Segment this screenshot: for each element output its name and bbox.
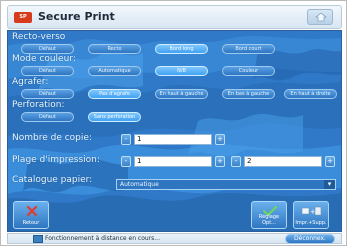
brand-logo: SP bbox=[14, 12, 32, 23]
secure-print-screen: SP Secure Print Recto-verso Défaut Recto… bbox=[0, 0, 347, 246]
staple-option-top-right[interactable]: En haut à droite bbox=[284, 89, 337, 99]
page-title: Secure Print bbox=[38, 10, 115, 23]
close-icon bbox=[26, 205, 38, 217]
range-from-increment-button[interactable]: + bbox=[215, 156, 225, 167]
duplex-option-long-edge[interactable]: Bord long bbox=[155, 44, 208, 54]
color-option-color[interactable]: Couleur bbox=[222, 66, 275, 76]
staple-label: Agrafer: bbox=[12, 77, 49, 87]
color-option-default[interactable]: Défaut bbox=[21, 66, 74, 76]
copies-label: Nombre de copie: bbox=[12, 133, 92, 143]
status-message: Fonctionnement à distance en cours... bbox=[45, 235, 160, 242]
staple-option-default[interactable]: Défaut bbox=[21, 89, 74, 99]
range-from-input[interactable]: 1 bbox=[134, 156, 212, 167]
disconnect-button[interactable]: Déconnex. bbox=[285, 234, 335, 244]
punch-option-none[interactable]: Sans perforation bbox=[88, 112, 141, 122]
paper-catalog-value: Automatique bbox=[120, 181, 159, 188]
print-delete-icon: + bbox=[301, 206, 322, 216]
option-settings-label: Réglage Opt... bbox=[258, 214, 280, 226]
copies-decrement-button[interactable]: - bbox=[121, 134, 131, 145]
range-to-decrement-button[interactable]: - bbox=[231, 156, 241, 167]
punch-label: Perforation: bbox=[12, 100, 65, 110]
range-to-increment-button[interactable]: + bbox=[325, 156, 335, 167]
back-button[interactable]: Retour bbox=[13, 201, 49, 229]
duplex-option-recto[interactable]: Recto bbox=[88, 44, 141, 54]
staple-option-top-left[interactable]: En haut à gauche bbox=[155, 89, 208, 99]
home-button[interactable] bbox=[307, 9, 333, 25]
chevron-down-icon: ▾ bbox=[324, 180, 335, 189]
color-mode-label: Mode couleur: bbox=[12, 54, 76, 64]
settings-panel: Recto-verso Défaut Recto Bord long Bord … bbox=[7, 30, 342, 232]
remote-operation-icon bbox=[33, 235, 43, 243]
option-settings-button[interactable]: Réglage Opt... bbox=[251, 201, 287, 229]
print-range-label: Plage d'impression: bbox=[12, 155, 100, 165]
print-delete-label: Impr.+Supp. bbox=[295, 220, 327, 226]
staple-option-bottom-left[interactable]: En bas à gauche bbox=[222, 89, 275, 99]
color-option-auto[interactable]: Automatique bbox=[88, 66, 141, 76]
status-bar: Fonctionnement à distance en cours... Dé… bbox=[7, 233, 342, 244]
title-bar: SP Secure Print bbox=[7, 5, 342, 29]
staple-option-none[interactable]: Pas d'agrafe bbox=[88, 89, 141, 99]
copies-increment-button[interactable]: + bbox=[215, 134, 225, 145]
duplex-option-default[interactable]: Défaut bbox=[21, 44, 74, 54]
home-icon bbox=[315, 12, 327, 22]
paper-catalog-select[interactable]: Automatique ▾ bbox=[116, 179, 336, 190]
paper-catalog-label: Catalogue papier: bbox=[12, 175, 93, 185]
duplex-option-short-edge[interactable]: Bord court bbox=[222, 44, 275, 54]
range-from-decrement-button[interactable]: - bbox=[121, 156, 131, 167]
range-to-input[interactable]: 2 bbox=[244, 156, 322, 167]
duplex-label: Recto-verso bbox=[12, 32, 66, 42]
copies-input[interactable]: 1 bbox=[134, 134, 212, 145]
color-option-bw[interactable]: N/B bbox=[155, 66, 208, 76]
print-delete-button[interactable]: + Impr.+Supp. bbox=[293, 201, 329, 229]
punch-option-default[interactable]: Défaut bbox=[21, 112, 74, 122]
back-button-label: Retour bbox=[22, 220, 40, 226]
